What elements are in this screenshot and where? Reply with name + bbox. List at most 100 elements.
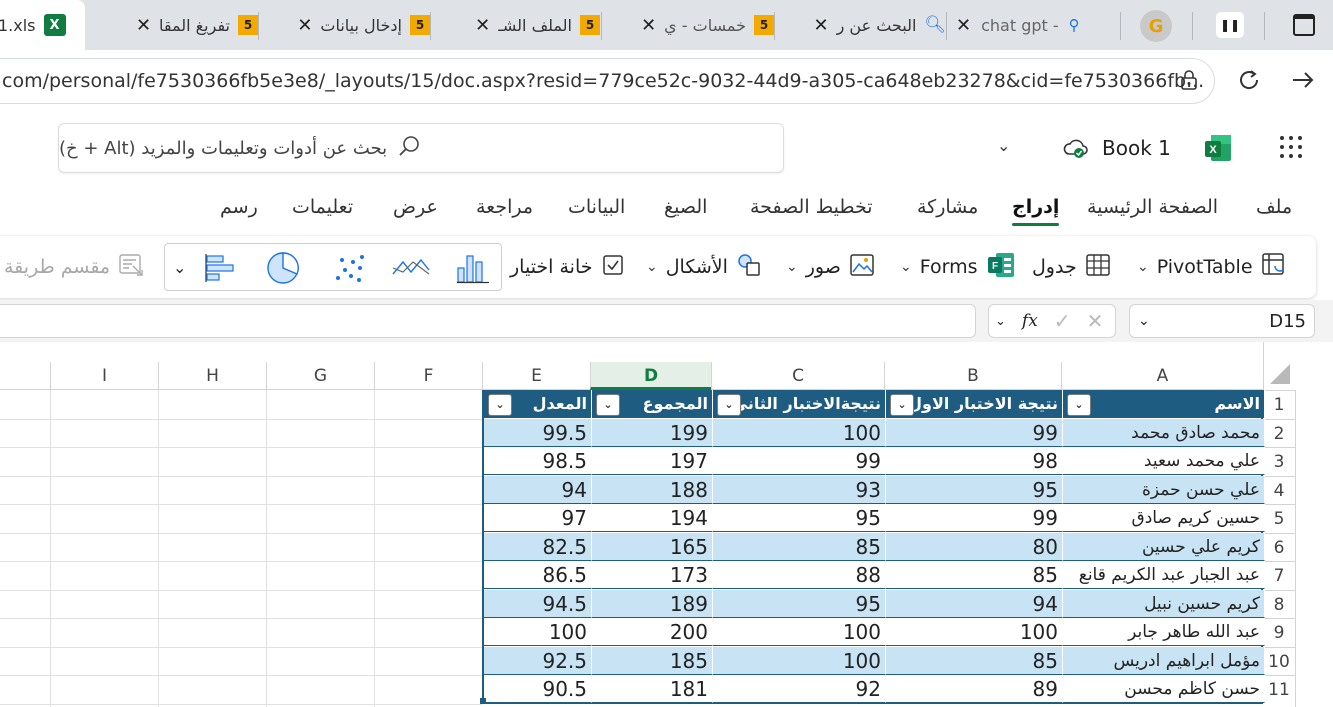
document-title[interactable]: Book 1 (1102, 136, 1171, 160)
cell-average[interactable]: 97 (484, 504, 592, 532)
tab-excel[interactable]: 1.xls X (0, 0, 85, 50)
pictures-button[interactable]: ⌄ صور (786, 236, 875, 298)
filter-dropdown-icon[interactable]: ⌄ (717, 394, 741, 416)
tab-share[interactable]: مشاركة (917, 196, 978, 218)
cell-test2[interactable]: 95 (713, 504, 886, 532)
forward-icon[interactable] (1290, 67, 1316, 93)
tab-7[interactable]: ✕ chat gpt - ⚲ (956, 0, 1118, 50)
filter-dropdown-icon[interactable]: ⌄ (596, 394, 620, 416)
fill-handle[interactable] (480, 698, 486, 704)
row-header[interactable]: 2 (1263, 418, 1295, 447)
cell-test1[interactable]: 100 (886, 618, 1063, 646)
row-header[interactable]: 8 (1263, 589, 1295, 618)
chevron-down-icon[interactable]: ⌄ (786, 259, 798, 275)
scatter-chart-icon[interactable] (333, 252, 367, 284)
table-header-total[interactable]: المجموع ⌄ (592, 390, 713, 418)
window-icon[interactable] (1293, 14, 1315, 36)
table-header-average[interactable]: المعدل ⌄ (484, 390, 592, 418)
tab-review[interactable]: مراجعة (476, 196, 533, 218)
chevron-down-icon[interactable]: ⌄ (1137, 259, 1149, 275)
cell-test2[interactable]: 93 (713, 475, 886, 504)
cell-average[interactable]: 99.5 (484, 418, 592, 447)
tab-draw[interactable]: رسم (220, 196, 258, 218)
cell-name[interactable]: عبد الجبار عبد الكريم قانع (1063, 561, 1265, 589)
close-icon[interactable]: ✕ (136, 15, 151, 36)
row-header[interactable]: 1 (1263, 390, 1295, 418)
row-header[interactable]: 4 (1263, 475, 1295, 504)
cell-total[interactable]: 181 (592, 675, 713, 703)
app-launcher-icon[interactable] (1278, 134, 1304, 160)
forms-button[interactable]: ⌄ Forms F (900, 236, 1016, 298)
cell-test2[interactable]: 92 (713, 675, 886, 703)
tab-file[interactable]: ملف (1256, 196, 1292, 218)
chevron-down-icon[interactable]: ⌄ (1138, 313, 1150, 329)
cell-average[interactable]: 98.5 (484, 447, 592, 475)
cell-name[interactable]: كريم علي حسين (1063, 532, 1265, 561)
cell-total[interactable]: 200 (592, 618, 713, 646)
row-header[interactable]: 7 (1263, 561, 1295, 589)
formula-input[interactable] (0, 304, 976, 338)
row-header[interactable]: 6 (1263, 532, 1295, 561)
bar-chart-icon[interactable] (203, 252, 239, 284)
fx-icon[interactable]: fx (1022, 311, 1038, 331)
cell-average[interactable]: 94 (484, 475, 592, 504)
cell-total[interactable]: 188 (592, 475, 713, 504)
cell-name[interactable]: مؤمل ابراهيم ادريس (1063, 646, 1265, 675)
column-header-b[interactable]: B (884, 362, 1061, 390)
filter-dropdown-icon[interactable]: ⌄ (890, 394, 914, 416)
cell-average[interactable]: 90.5 (484, 675, 592, 703)
tab-view[interactable]: عرض (393, 196, 438, 218)
tab-data[interactable]: البيانات (568, 196, 625, 218)
pause-icon[interactable]: ❚❚ (1216, 12, 1244, 38)
chevron-down-icon[interactable]: ⌄ (995, 314, 1006, 329)
table-header-test1[interactable]: نتيجة الاختبار الاول ⌄ (886, 390, 1063, 418)
tab-6[interactable]: 🔍︎ البحث عن ر ✕ (784, 0, 956, 50)
close-icon[interactable]: ✕ (641, 15, 656, 36)
cell-test2[interactable]: 100 (713, 418, 886, 447)
cell-test2[interactable]: 85 (713, 532, 886, 561)
row-header[interactable]: 11 (1263, 675, 1295, 703)
cell-test2[interactable]: 100 (713, 646, 886, 675)
tab-page-layout[interactable]: تخطيط الصفحة (750, 196, 873, 218)
chevron-down-icon[interactable]: ⌄ (173, 258, 186, 277)
column-header-f[interactable]: F (374, 362, 482, 390)
filter-dropdown-icon[interactable]: ⌄ (488, 394, 512, 416)
cell-test1[interactable]: 80 (886, 532, 1063, 561)
search-box[interactable]: بحث عن أدوات وتعليمات والمزيد (Alt + خ) (58, 123, 784, 173)
cell-test1[interactable]: 99 (886, 504, 1063, 532)
select-all-corner[interactable] (1263, 342, 1333, 390)
cell-test2[interactable]: 100 (713, 618, 886, 646)
cell-test1[interactable]: 85 (886, 646, 1063, 675)
cell-total[interactable]: 185 (592, 646, 713, 675)
row-header[interactable]: 9 (1263, 618, 1295, 646)
cancel-icon[interactable]: ✕ (1087, 309, 1104, 333)
data-table[interactable]: الاسم ⌄ نتيجة الاختبار الاول ⌄ نتيجةالاختبار… (482, 390, 1265, 704)
extension-g-icon[interactable]: G (1140, 10, 1172, 42)
cell-test2[interactable]: 95 (713, 589, 886, 618)
cell-name[interactable]: حسن كاظم محسن (1063, 675, 1265, 703)
tab-5[interactable]: 5 خمسات - ي ✕ (612, 0, 784, 50)
cell-total[interactable]: 197 (592, 447, 713, 475)
cell-total[interactable]: 199 (592, 418, 713, 447)
column-chart-icon[interactable] (455, 252, 491, 284)
close-icon[interactable]: ✕ (956, 15, 971, 36)
cell-total[interactable]: 194 (592, 504, 713, 532)
cell-average[interactable]: 92.5 (484, 646, 592, 675)
cell-test2[interactable]: 99 (713, 447, 886, 475)
cell-test1[interactable]: 85 (886, 561, 1063, 589)
cell-average[interactable]: 100 (484, 618, 592, 646)
tab-help[interactable]: تعليمات (292, 196, 353, 218)
checkbox-button[interactable]: خانة اختيار (510, 236, 625, 298)
cell-test1[interactable]: 89 (886, 675, 1063, 703)
cell-test1[interactable]: 99 (886, 418, 1063, 447)
cell-average[interactable]: 94.5 (484, 589, 592, 618)
check-icon[interactable]: ✓ (1054, 309, 1071, 333)
cloud-saved-icon[interactable] (1062, 136, 1090, 160)
column-header-i[interactable]: I (50, 362, 158, 390)
cell-name[interactable]: حسين كريم صادق (1063, 504, 1265, 532)
line-chart-icon[interactable] (391, 254, 431, 282)
cell-total[interactable]: 165 (592, 532, 713, 561)
row-header[interactable]: 3 (1263, 447, 1295, 475)
chevron-down-icon[interactable]: ⌄ (900, 259, 912, 275)
column-header-h[interactable]: H (158, 362, 266, 390)
